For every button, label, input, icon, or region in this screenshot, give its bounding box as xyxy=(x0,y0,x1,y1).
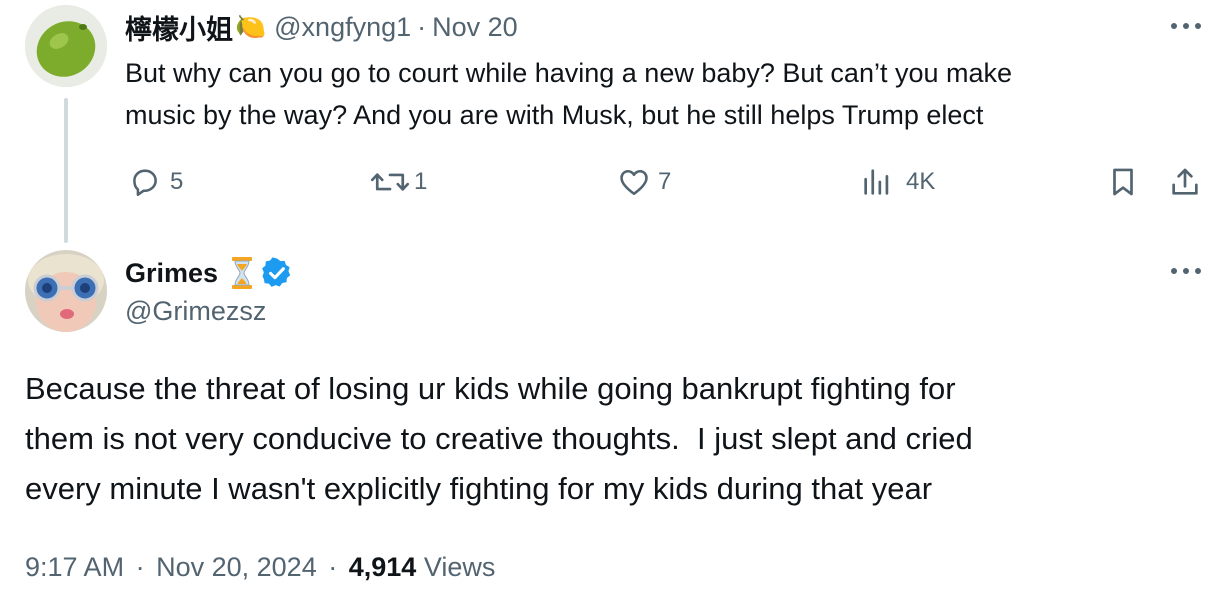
tweet-time[interactable]: 9:17 AM xyxy=(25,552,124,582)
tweet-text-line: them is not very conducive to creative t… xyxy=(25,421,973,456)
hourglass-emoji-icon xyxy=(230,256,254,290)
footer-separator: · xyxy=(135,552,145,582)
avatar-author[interactable] xyxy=(25,250,107,332)
author-header: Grimes xyxy=(125,253,294,293)
share-button[interactable] xyxy=(1168,165,1202,199)
tweet-text: Because the threat of losing ur kids whi… xyxy=(25,364,1215,514)
views-icon xyxy=(864,169,889,195)
tweet-footer: 9:17 AM · Nov 20, 2024 · 4,914 Views xyxy=(25,552,495,583)
lime-avatar-image xyxy=(25,5,107,87)
views-button[interactable]: 4K xyxy=(860,165,935,199)
lemon-emoji-icon: 🍋 xyxy=(235,12,267,41)
replier-display-name[interactable]: 檸檬小姐 xyxy=(125,8,233,47)
repost-count: 1 xyxy=(414,168,428,195)
reply-text-line: music by the way? And you are with Musk,… xyxy=(125,100,984,130)
more-icon[interactable] xyxy=(1171,266,1201,276)
header-separator: · xyxy=(417,11,427,42)
bookmark-button[interactable] xyxy=(1106,165,1140,199)
author-display-name[interactable]: Grimes xyxy=(125,258,218,289)
repost-button[interactable]: 1 xyxy=(368,165,427,199)
avatar-replier[interactable] xyxy=(25,5,107,87)
author-handle[interactable]: @Grimezsz xyxy=(125,296,266,327)
reply-text: But why can you go to court while having… xyxy=(125,52,1205,136)
tweet-text-line: Because the threat of losing ur kids whi… xyxy=(25,371,956,406)
share-icon xyxy=(1172,168,1198,195)
reply-icon xyxy=(133,169,157,197)
verified-badge-icon[interactable] xyxy=(260,256,294,290)
like-icon xyxy=(620,169,648,196)
more-icon[interactable] xyxy=(1171,21,1201,31)
like-count: 7 xyxy=(658,168,672,195)
reply-count: 5 xyxy=(170,168,184,195)
tweet-date[interactable]: Nov 20, 2024 xyxy=(156,552,317,582)
reply-text-line: But why can you go to court while having… xyxy=(125,58,1013,88)
reply-button[interactable]: 5 xyxy=(128,165,183,199)
grimes-avatar-image xyxy=(25,250,107,332)
repost-icon xyxy=(370,173,410,191)
bookmark-icon xyxy=(1113,168,1133,196)
thread-connector-line xyxy=(64,98,68,243)
tweet-text-line: every minute I wasn't explicitly fightin… xyxy=(25,471,933,506)
footer-separator: · xyxy=(328,552,338,582)
replier-handle[interactable]: @xngfyng1 xyxy=(274,12,411,43)
views-count: 4K xyxy=(906,168,936,195)
views-label: Views xyxy=(423,552,496,582)
views-total: 4,914 xyxy=(348,552,417,582)
replier-date[interactable]: Nov 20 xyxy=(432,12,518,43)
like-button[interactable]: 7 xyxy=(616,165,671,199)
replier-header: 檸檬小姐 🍋 @xngfyng1 · Nov 20 xyxy=(125,8,518,46)
